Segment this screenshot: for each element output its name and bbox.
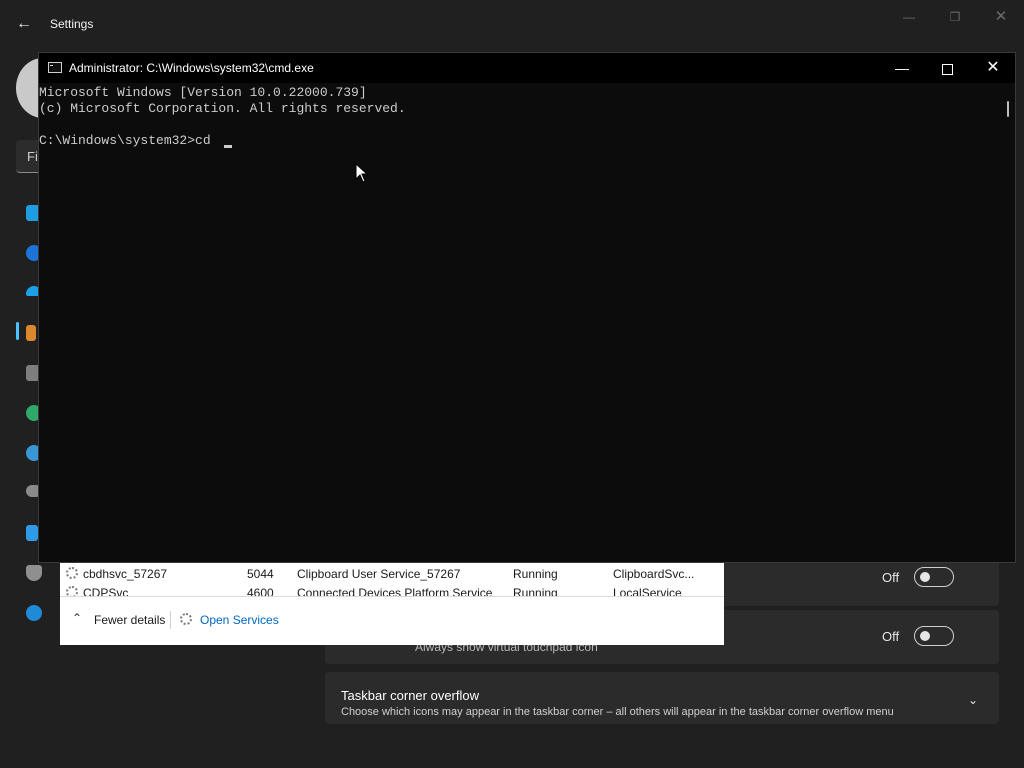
text-cursor	[224, 145, 232, 148]
service-name: CDPSvc	[83, 586, 129, 596]
table-row[interactable]: cbdhsvc_57267 5044 Clipboard User Servic…	[60, 564, 724, 582]
privacy-security-icon[interactable]	[26, 565, 42, 581]
console-prompt-line: C:\Windows\system32>cd	[39, 133, 219, 148]
gear-icon	[66, 567, 78, 579]
accessibility-icon[interactable]	[26, 525, 38, 541]
taskbar-corner-overflow-description: Choose which icons may appear in the tas…	[341, 706, 894, 718]
toggle-state-label: Off	[882, 629, 900, 644]
open-services-link[interactable]: Open Services	[200, 613, 279, 627]
console-output[interactable]: Microsoft Windows [Version 10.0.22000.73…	[39, 83, 999, 563]
windows-update-icon[interactable]	[26, 605, 42, 621]
settings-restore-button[interactable]: ❐	[932, 6, 978, 28]
toggle-knob	[920, 631, 930, 641]
service-description: Clipboard User Service_57267	[297, 567, 461, 581]
service-status: Running	[513, 586, 558, 596]
toggle-state-label: Off	[882, 570, 900, 585]
cmd-maximize-button[interactable]	[924, 53, 970, 83]
maximize-icon	[941, 63, 953, 75]
table-row[interactable]: CDPSvc 4600 Connected Devices Platform S…	[60, 583, 724, 596]
service-name: cbdhsvc_57267	[83, 567, 168, 581]
console-line: (c) Microsoft Corporation. All rights re…	[39, 101, 406, 116]
footer-divider	[170, 611, 171, 629]
console-line: Microsoft Windows [Version 10.0.22000.73…	[39, 85, 367, 100]
services-gear-icon	[180, 613, 192, 625]
chevron-down-icon[interactable]: ⌄	[968, 693, 978, 707]
service-description: Connected Devices Platform Service	[297, 586, 493, 596]
taskbar-corner-overflow-title: Taskbar corner overflow	[341, 688, 479, 703]
chevron-up-icon[interactable]: ⌃	[72, 611, 82, 625]
cmd-minimize-button[interactable]: —	[879, 53, 925, 83]
scrollbar-thumb[interactable]	[1007, 101, 1009, 117]
service-group: ClipboardSvc...	[613, 567, 695, 581]
cmd-window[interactable]: Administrator: C:\Windows\system32\cmd.e…	[38, 52, 1016, 563]
fewer-details-button[interactable]: Fewer details	[94, 613, 165, 627]
settings-title: Settings	[50, 17, 94, 31]
toggle-switch[interactable]	[914, 567, 954, 587]
cmd-titlebar[interactable]: Administrator: C:\Windows\system32\cmd.e…	[39, 53, 1015, 83]
cmd-title: Administrator: C:\Windows\system32\cmd.e…	[69, 61, 314, 75]
back-arrow-icon[interactable]: ←	[14, 14, 34, 34]
cmd-app-icon[interactable]	[48, 62, 62, 73]
settings-close-button[interactable]: ✕	[978, 6, 1024, 28]
mouse-pointer-icon	[355, 163, 369, 183]
service-pid: 4600	[247, 586, 274, 596]
personalization-icon[interactable]	[26, 325, 36, 341]
gear-icon	[66, 586, 78, 596]
task-manager-window: cbdhsvc_57267 5044 Clipboard User Servic…	[60, 562, 724, 645]
find-setting-placeholder: Fi	[27, 149, 38, 164]
settings-titlebar: ← Settings — ❐ ✕	[0, 0, 1024, 48]
settings-minimize-button[interactable]: —	[886, 6, 932, 28]
service-status: Running	[513, 567, 558, 581]
touchpad-toggle-switch[interactable]	[914, 626, 954, 646]
cmd-scrollbar[interactable]	[1001, 83, 1015, 562]
taskbar-corner-overflow-card[interactable]: Taskbar corner overflow Choose which ico…	[325, 672, 999, 724]
nav-selected-indicator	[16, 322, 19, 340]
cmd-close-button[interactable]: ✕	[970, 53, 1016, 83]
service-group: LocalService	[613, 586, 682, 596]
task-manager-footer: ⌃ Fewer details Open Services	[60, 596, 724, 645]
toggle-knob	[920, 572, 930, 582]
service-pid: 5044	[247, 567, 274, 581]
